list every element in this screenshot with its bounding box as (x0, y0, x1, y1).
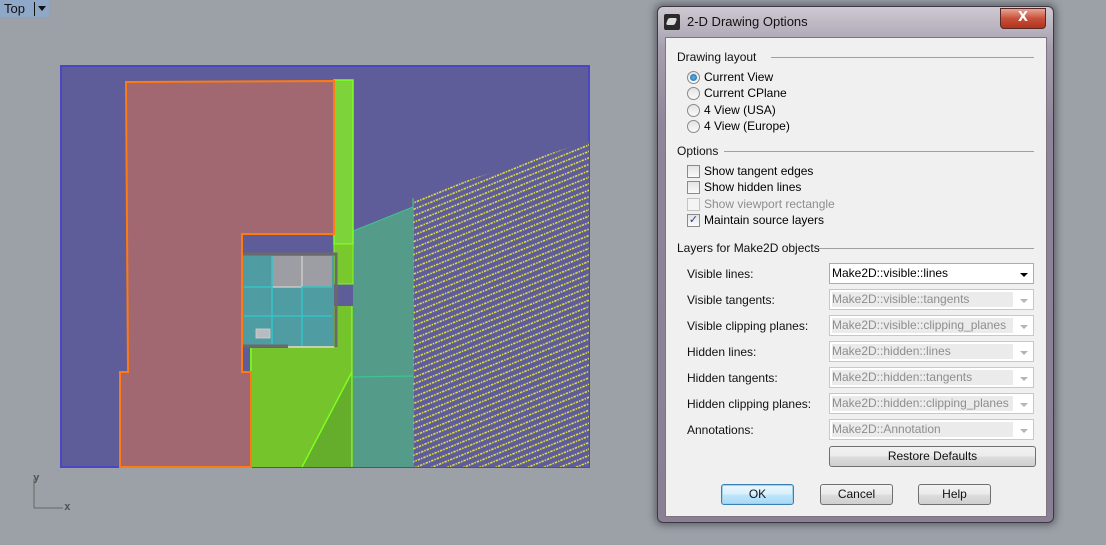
radio-4-view-europe[interactable]: 4 View (Europe) (687, 118, 790, 134)
visible-lines-select[interactable]: Make2D::visible::lines (829, 263, 1034, 284)
select-value: Make2D::visible::lines (832, 266, 949, 280)
hidden-clipping-planes-label: Hidden clipping planes: (687, 397, 812, 411)
checkbox-label: Show viewport rectangle (704, 197, 835, 211)
dropdown-arrow-icon (1020, 351, 1028, 355)
checkbox-label: Show tangent edges (704, 164, 814, 178)
close-button[interactable]: X (1000, 8, 1046, 29)
annotations-select: Make2D::Annotation (829, 419, 1034, 440)
layers-divider (818, 248, 1034, 249)
dropdown-arrow-icon[interactable] (1020, 273, 1028, 277)
drawing-layout-divider (771, 57, 1034, 58)
select-value: Make2D::hidden::clipping_planes (832, 396, 1013, 411)
radio-indicator[interactable] (687, 103, 700, 117)
checkbox-box (687, 197, 700, 211)
options-divider (724, 151, 1034, 152)
drawing-layout-group-label: Drawing layout (677, 50, 757, 64)
annotations-label: Annotations: (687, 423, 754, 437)
select-value: Make2D::hidden::tangents (832, 370, 1013, 385)
visible-clipping-planes-select: Make2D::visible::clipping_planes (829, 315, 1034, 336)
make2d-options-dialog: 2-D Drawing Options X Drawing layout Cur… (657, 6, 1054, 523)
checkmark-icon[interactable]: ✓ (687, 213, 700, 227)
checkbox-label: Maintain source layers (704, 213, 825, 227)
checkbox-show-hidden-lines[interactable]: Show hidden lines (687, 179, 801, 195)
select-value: Make2D::visible::clipping_planes (832, 318, 1013, 333)
dropdown-arrow-icon (1020, 429, 1028, 433)
options-group-label: Options (677, 144, 719, 158)
help-button[interactable]: Help (918, 484, 991, 505)
checkbox-show-viewport-rectangle: Show viewport rectangle (687, 196, 835, 212)
select-value: Make2D::visible::tangents (832, 292, 1013, 307)
rhino-app-icon (664, 14, 680, 30)
dropdown-arrow-icon (1020, 377, 1028, 381)
radio-current-view[interactable]: Current View (687, 69, 773, 85)
radio-label: 4 View (USA) (704, 103, 776, 117)
dialog-body: Drawing layout Current View Current CPla… (665, 37, 1047, 517)
visible-tangents-label: Visible tangents: (687, 293, 775, 307)
checkbox-maintain-source-layers[interactable]: ✓ Maintain source layers (687, 212, 824, 228)
dialog-title-bar[interactable]: 2-D Drawing Options X (658, 7, 1053, 37)
checkbox-label: Show hidden lines (704, 180, 802, 194)
dropdown-arrow-icon (1020, 299, 1028, 303)
hidden-clipping-planes-select: Make2D::hidden::clipping_planes (829, 393, 1034, 414)
dropdown-arrow-icon (1020, 325, 1028, 329)
radio-4-view-usa[interactable]: 4 View (USA) (687, 102, 776, 118)
hidden-lines-label: Hidden lines: (687, 345, 757, 359)
select-value: Make2D::hidden::lines (832, 344, 1013, 359)
dropdown-arrow-icon (1020, 403, 1028, 407)
ok-button[interactable]: OK (721, 484, 794, 505)
radio-label: Current CPlane (704, 86, 787, 100)
visible-lines-label: Visible lines: (687, 267, 754, 281)
axis-label-y: y (33, 471, 40, 484)
radio-label: 4 View (Europe) (704, 119, 790, 133)
dialog-title: 2-D Drawing Options (687, 14, 808, 29)
select-value: Make2D::Annotation (832, 422, 1013, 437)
radio-indicator[interactable] (687, 86, 700, 100)
radio-current-cplane[interactable]: Current CPlane (687, 85, 787, 101)
layers-group-label: Layers for Make2D objects (677, 241, 820, 255)
checkbox-box[interactable] (687, 164, 700, 178)
radio-label: Current View (704, 70, 774, 84)
visible-tangents-select: Make2D::visible::tangents (829, 289, 1034, 310)
hidden-tangents-select: Make2D::hidden::tangents (829, 367, 1034, 388)
hidden-tangents-label: Hidden tangents: (687, 371, 778, 385)
visible-clipping-planes-label: Visible clipping planes: (687, 319, 809, 333)
room-block (243, 252, 338, 348)
hatched-region (413, 141, 589, 467)
green-strip (333, 79, 354, 245)
checkbox-show-tangent-edges[interactable]: Show tangent edges (687, 163, 813, 179)
radio-indicator[interactable] (687, 70, 700, 84)
checkbox-box[interactable] (687, 180, 700, 194)
restore-defaults-button[interactable]: Restore Defaults (829, 446, 1036, 467)
hidden-lines-select: Make2D::hidden::lines (829, 341, 1034, 362)
radio-indicator[interactable] (687, 119, 700, 133)
teal-region (353, 207, 413, 467)
axis-label-x: x (64, 500, 71, 513)
cancel-button[interactable]: Cancel (820, 484, 893, 505)
